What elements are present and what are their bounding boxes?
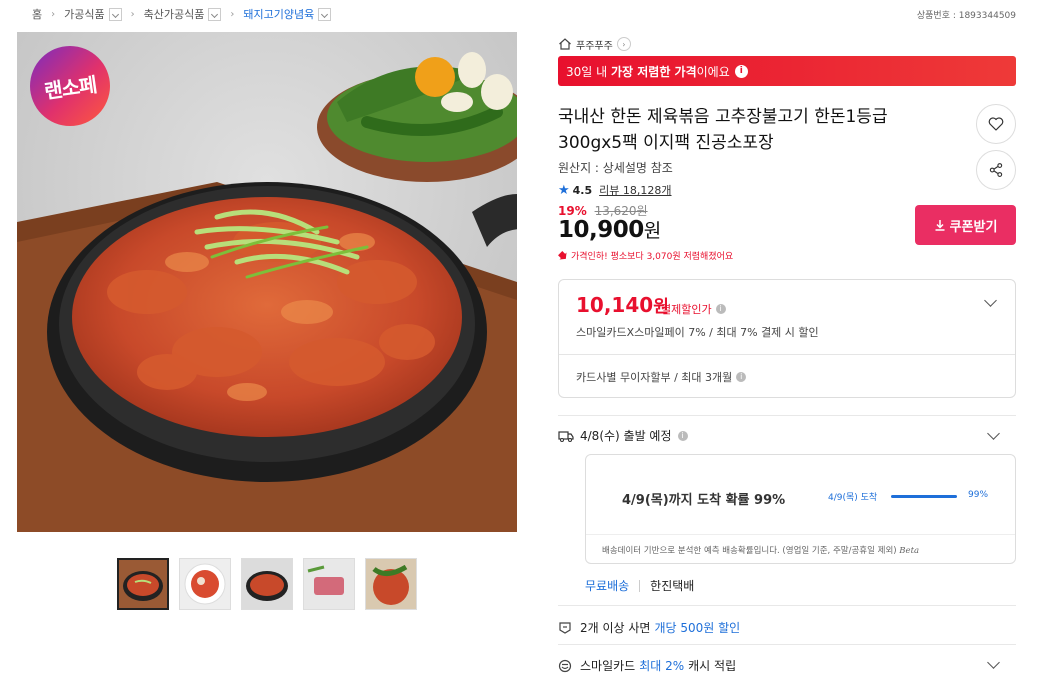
chevron-down-icon[interactable] [987, 427, 1000, 440]
thumbnail-5[interactable] [365, 558, 417, 610]
probability-footnote: 배송데이터 기반으로 분석한 예측 배송확률입니다. (영업일 기준, 주말/공… [602, 544, 919, 556]
chevron-right-icon: › [616, 37, 631, 51]
sale-price-unit: 원 [643, 220, 661, 242]
wishlist-button[interactable] [976, 104, 1016, 144]
price-drop-text: 가격인하! 평소보다 3,070원 저렴해졌어요 [571, 252, 734, 262]
breadcrumb-current[interactable]: 돼지고기양념육 [243, 6, 314, 22]
info-icon[interactable]: i [715, 304, 726, 314]
thumbnail-3[interactable] [241, 558, 293, 610]
breadcrumb-meat-processed[interactable]: 축산가공식품 [144, 6, 205, 22]
cash-reward-row: 스마일카드 최대 2% 캐시 적립 [558, 657, 736, 674]
payment-label-text: 결제할인가 [661, 303, 712, 316]
bulk-discount-pre: 2개 이상 사면 [580, 621, 651, 635]
product-title: 국내산 한돈 제육볶음 고추장불고기 한돈1등급 300gx5팩 이지팩 진공소… [558, 104, 958, 156]
chevron-right-icon: › [230, 8, 235, 20]
arrival-percent: 99% [968, 490, 989, 500]
coupon-button-label: 쿠폰받기 [949, 219, 998, 235]
store-link[interactable]: 푸주푸주 › [558, 35, 631, 53]
dropdown-toggle[interactable] [318, 7, 332, 21]
payment-label: 결제할인가 i [661, 301, 726, 317]
shipping-carrier-row: 무료배송 한진택배 [585, 577, 694, 594]
shipping-row: 4/8(수) 출발 예정 i [558, 427, 688, 444]
chevron-down-icon[interactable] [984, 294, 997, 307]
origin-info: 원산지 : 상세설명 참조 [558, 161, 673, 175]
installment-row: 카드사별 무이자할부 / 최대 3개월 i [576, 369, 747, 385]
payment-desc: 스마일카드X스마일페이 7% / 최대 7% 결제 시 할인 [576, 326, 819, 339]
brand-logo-badge: 랜소페 [30, 46, 110, 126]
promo-bold: 가장 저렴한 가격 [611, 64, 697, 79]
info-icon[interactable]: i [734, 64, 748, 78]
free-shipping-label: 무료배송 [585, 579, 630, 593]
carrier-name: 한진택배 [650, 579, 695, 593]
thumbnail-image [366, 559, 416, 609]
promo-pre: 30일 내 [566, 64, 608, 79]
sale-price: 10,900원 [558, 216, 661, 243]
heart-icon [988, 117, 1004, 131]
delivery-probability-box: 4/9(목)까지 도착 확률 99% 4/9(목) 도착 99% 배송데이터 기… [585, 454, 1016, 564]
cash-reward-pre: 스마일카드 [580, 659, 636, 673]
product-number: 상품번호 : 1893344509 [916, 11, 1016, 21]
product-title-line1: 국내산 한돈 제육볶음 고추장불고기 한돈1등급 [558, 107, 888, 127]
share-icon [989, 163, 1003, 177]
download-icon [935, 220, 945, 231]
divider [558, 644, 1016, 645]
bulk-discount-amount: 개당 500원 할인 [654, 621, 741, 635]
arrival-label: 4/9(목) 도착 [828, 493, 878, 503]
smile-icon [558, 659, 572, 672]
chevron-right-icon: › [51, 8, 56, 20]
price-down-icon [558, 250, 567, 260]
star-icon: ★ [558, 182, 570, 198]
chevron-down-icon[interactable] [987, 656, 1000, 669]
beta-label: Beta [899, 546, 920, 556]
main-product-image[interactable]: 랜소페 [17, 32, 517, 532]
rating-row: ★ 4.5 리뷰 18,128개 [558, 182, 672, 198]
thumbnail-image [242, 559, 292, 609]
divider [559, 354, 1015, 355]
footnote-text: 배송데이터 기반으로 분석한 예측 배송확률입니다. (영업일 기준, 주말/공… [602, 546, 897, 556]
breadcrumb: 홈 › 가공식품 › 축산가공식품 › 돼지고기양념육 [32, 6, 332, 22]
cash-reward-post: 캐시 적립 [688, 659, 737, 673]
breadcrumb-processed-food[interactable]: 가공식품 [64, 6, 104, 22]
coupon-button[interactable]: 쿠폰받기 [915, 205, 1016, 245]
installment-text: 카드사별 무이자할부 / 최대 3개월 [576, 371, 733, 384]
payment-discount-box: 10,140원 결제할인가 i 스마일카드X스마일페이 7% / 최대 7% 결… [558, 279, 1016, 398]
lowest-price-banner: 30일 내 가장 저렴한 가격 이에요 i [558, 56, 1016, 86]
payment-price-number: 10,140 [576, 293, 654, 317]
brand-logo-text: 랜소페 [42, 73, 98, 104]
divider [558, 415, 1016, 416]
review-count-link[interactable]: 리뷰 18,128개 [599, 182, 671, 198]
divider [639, 579, 641, 592]
probability-headline: 4/9(목)까지 도착 확률 99% [622, 493, 786, 508]
share-button[interactable] [976, 150, 1016, 190]
bulk-discount-row: 2개 이상 사면 개당 500원 할인 [558, 619, 740, 636]
info-icon[interactable]: i [677, 430, 688, 441]
thumbnail-4[interactable] [303, 558, 355, 610]
thumbnail-image [304, 559, 354, 609]
divider [558, 605, 1016, 606]
product-title-line2: 300gx5팩 이지팩 진공소포장 [558, 133, 774, 153]
thumbnail-2[interactable] [179, 558, 231, 610]
rating-score: 4.5 [572, 183, 593, 197]
thumbnail-image [119, 560, 167, 608]
thumbnail-strip [117, 558, 417, 610]
promo-post: 이에요 [696, 64, 730, 79]
chevron-right-icon: › [130, 8, 135, 20]
home-icon [559, 38, 571, 50]
price-drop-note: 가격인하! 평소보다 3,070원 저렴해졌어요 [558, 249, 733, 262]
tag-icon [559, 621, 571, 634]
breadcrumb-home[interactable]: 홈 [32, 6, 42, 22]
divider [586, 534, 1015, 535]
payment-price: 10,140원 [576, 292, 669, 317]
arrival-probability-bar [891, 495, 957, 498]
dropdown-toggle[interactable] [208, 7, 222, 21]
truck-icon [558, 430, 574, 442]
info-icon[interactable]: i [736, 372, 747, 382]
thumbnail-image [180, 559, 230, 609]
departure-text: 4/8(수) 출발 예정 [580, 429, 672, 443]
store-name: 푸주푸주 [576, 40, 613, 52]
dropdown-toggle[interactable] [108, 7, 122, 21]
thumbnail-1[interactable] [117, 558, 169, 610]
cash-reward-rate: 최대 2% [639, 659, 685, 673]
sale-price-number: 10,900 [558, 217, 644, 243]
